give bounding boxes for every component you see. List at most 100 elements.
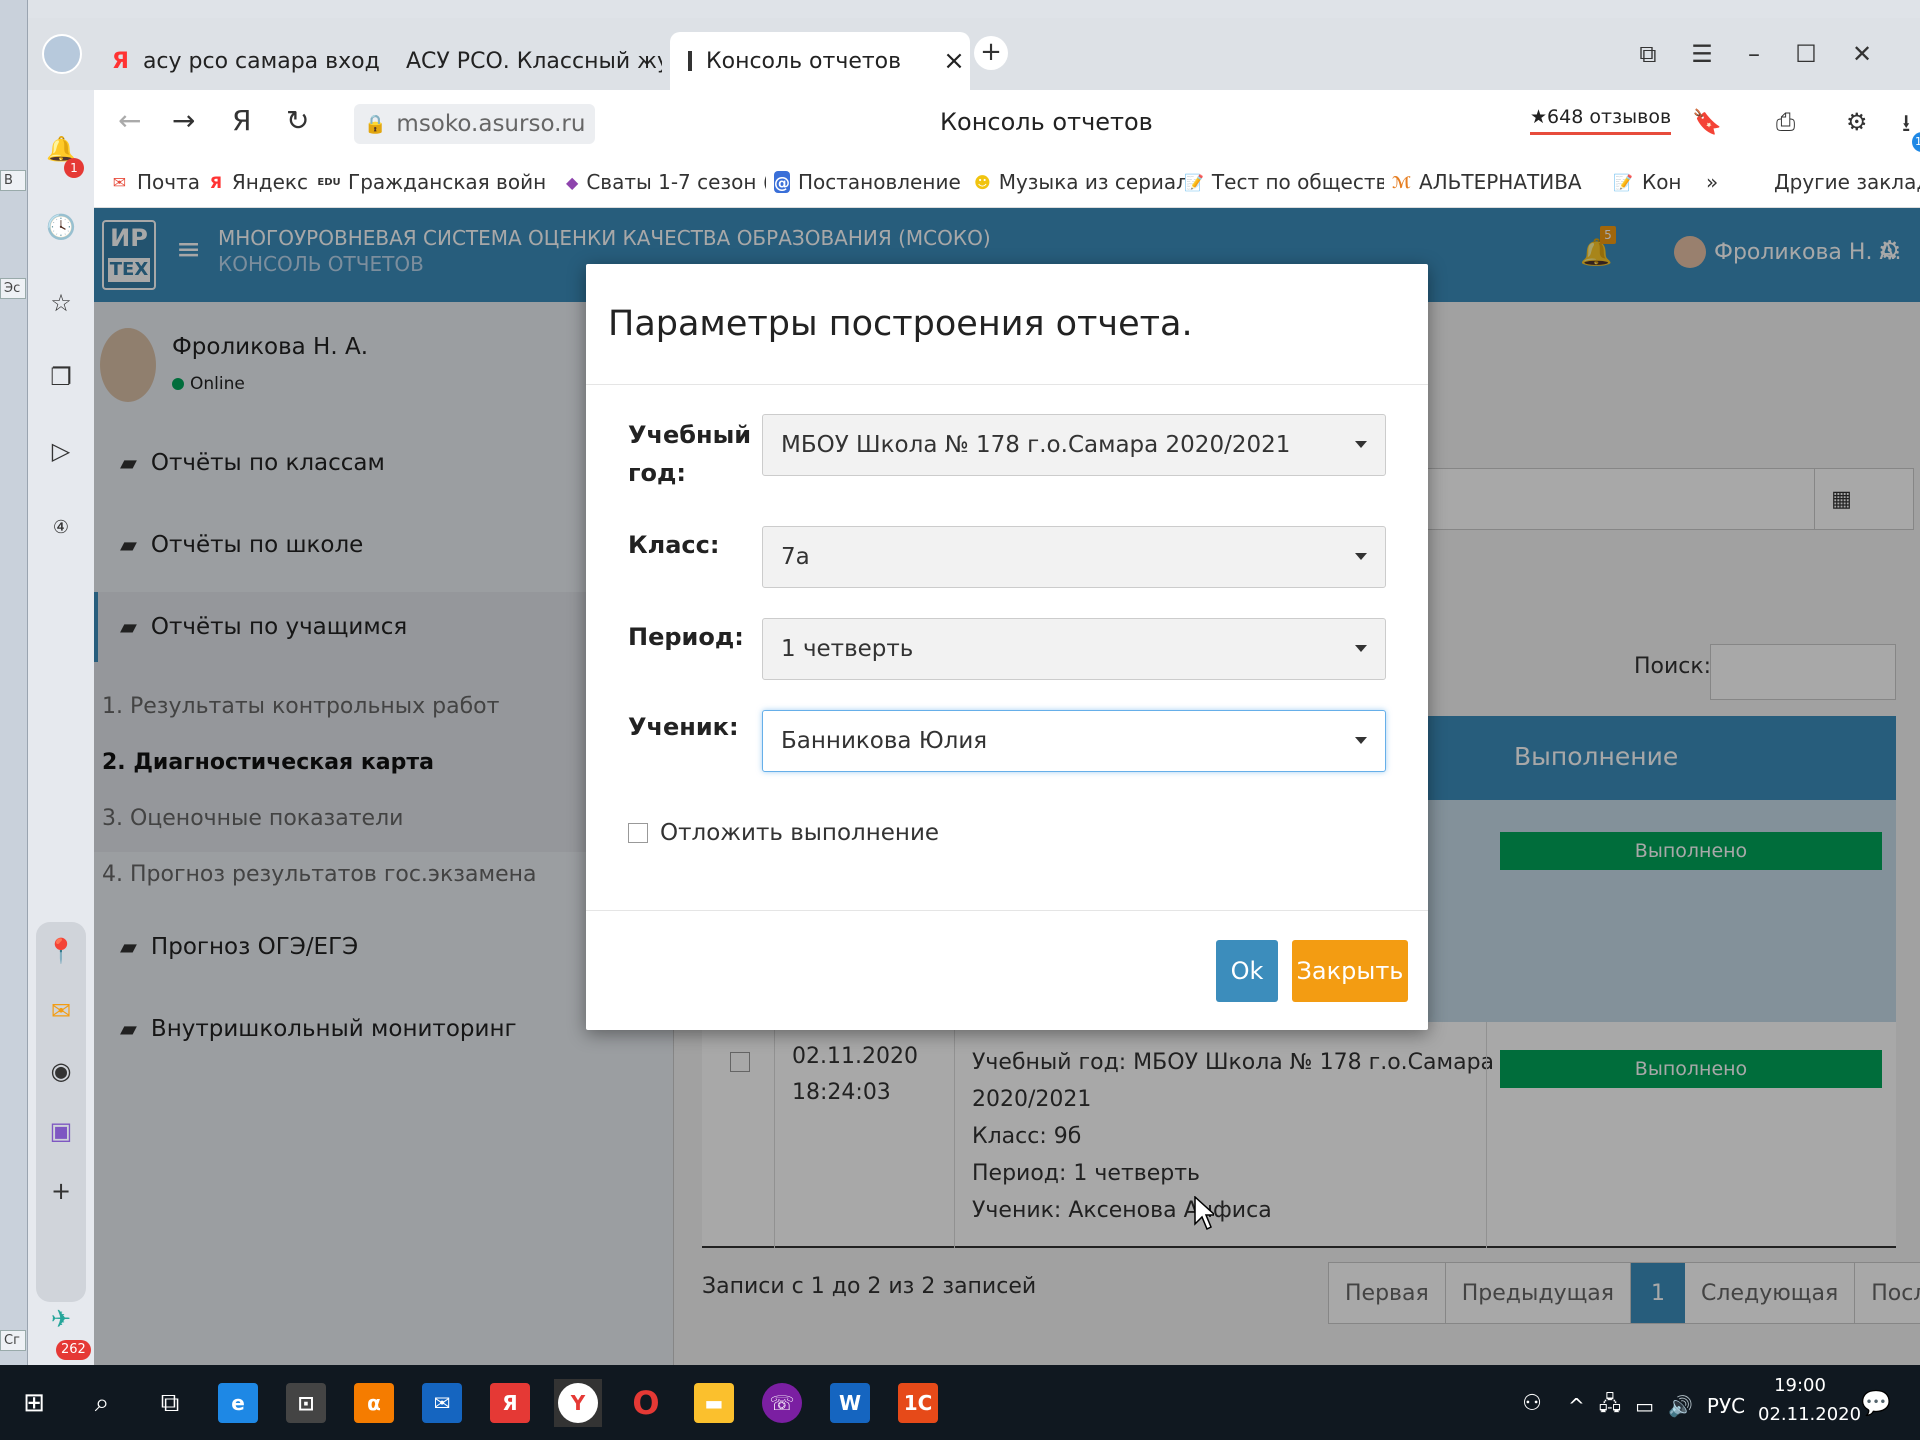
menu-icon[interactable]: ☰ [1682, 40, 1722, 68]
chevron-up-icon[interactable]: ^ [1568, 1394, 1585, 1418]
word-icon[interactable]: W [826, 1379, 874, 1427]
app-dock: 📍 ✉ ◉ ▣ + [36, 922, 86, 1302]
defer-label: Отложить выполнение [660, 820, 940, 846]
new-tab-button[interactable]: + [974, 36, 1008, 70]
bookmark-label: Кон [1642, 170, 1682, 194]
opera-icon[interactable]: O [622, 1379, 670, 1427]
bookmark-item[interactable]: ℳ АЛЬТЕРНАТИВА Ф [1392, 170, 1582, 194]
bookmark-item[interactable]: ☻ Музыка из сериал [974, 170, 1186, 194]
folder-icon[interactable]: ▬ [690, 1379, 738, 1427]
select-value: МБОУ Школа № 178 г.о.Самара 2020/2021 [781, 432, 1291, 458]
field-label-period: Период: [628, 623, 744, 651]
profile-avatar[interactable] [42, 34, 82, 74]
bookmark-item[interactable]: 📝 Кон [1612, 170, 1702, 194]
select-value: 7а [781, 544, 810, 570]
select-value: 1 четверть [781, 636, 914, 662]
star-icon[interactable]: ☆ [42, 284, 80, 322]
year-select[interactable]: МБОУ Школа № 178 г.о.Самара 2020/2021 [762, 414, 1386, 476]
volume-icon[interactable]: 🔊 [1668, 1394, 1693, 1418]
extension-icon[interactable]: ⚙ [1846, 108, 1868, 136]
network-icon[interactable]: 🖧 [1599, 1389, 1621, 1423]
viber-icon[interactable]: ☏ [758, 1379, 806, 1427]
notifications-icon[interactable]: 💬 [1852, 1379, 1900, 1427]
url-text: msoko.asurso.ru [396, 111, 586, 137]
maximize-button[interactable]: ☐ [1786, 40, 1826, 68]
reviews-badge[interactable]: ★648 отзывов [1530, 106, 1672, 135]
bookmarks-more-button[interactable]: » [1706, 170, 1736, 194]
clock-date: 02.11.2020 [1758, 1404, 1862, 1425]
mail-icon: ✉ [112, 172, 127, 192]
lock-icon: 🔒 [364, 113, 387, 135]
page-icon [688, 51, 692, 71]
bookmark-item[interactable]: @ Постановление 77 [774, 170, 964, 194]
bookmark-item[interactable]: Я Яндекс [208, 170, 308, 194]
yandex-home-icon[interactable]: Я [232, 104, 251, 137]
clock[interactable]: 19:00 02.11.2020 [1758, 1375, 1862, 1425]
alternativa-icon: ℳ [1392, 172, 1411, 192]
language-indicator[interactable]: РУС [1707, 1394, 1745, 1418]
people-icon[interactable]: ⚇ [1508, 1379, 1556, 1427]
back-icon[interactable]: ← [118, 104, 141, 137]
bookmark-icon[interactable]: 🔖 [1692, 108, 1722, 136]
close-tab-icon[interactable]: × [943, 46, 965, 76]
caret-down-icon [1355, 645, 1367, 652]
bookmark-item[interactable]: ◆ Сваты 1-7 сезон (2 [566, 170, 766, 194]
onec-icon[interactable]: 1С [894, 1379, 942, 1427]
avast-icon[interactable]: α [350, 1379, 398, 1427]
url-field[interactable]: 🔒 msoko.asurso.ru [354, 104, 596, 144]
caret-down-icon [1355, 441, 1367, 448]
defer-checkbox[interactable] [628, 823, 648, 843]
divider [586, 384, 1428, 385]
minimize-button[interactable]: – [1734, 40, 1774, 68]
search-icon[interactable]: ⌕ [78, 1379, 126, 1427]
bookmark-item[interactable]: 📝 Тест по обществоз [1184, 170, 1384, 194]
tab-search[interactable]: Я асу рсо самара вход в си [112, 32, 382, 90]
desktop-fragment: Сг [0, 1330, 26, 1351]
tab-console[interactable]: Консоль отчетов × [670, 32, 970, 90]
bookmark-item[interactable]: EDU Гражданская войн [318, 170, 558, 194]
student-select[interactable]: Банникова Юлия [762, 710, 1386, 772]
task-view-icon[interactable]: ⧉ [146, 1379, 194, 1427]
window-icon[interactable]: ▣ [42, 1112, 80, 1150]
collections-icon[interactable]: ❐ [42, 358, 80, 396]
bookmark-label: Постановление 77 [798, 170, 964, 194]
messenger-icon[interactable]: ✈ [42, 1300, 80, 1338]
system-tray: ^ 🖧 ▭ 🔊 РУС [1568, 1389, 1745, 1423]
collections-icon[interactable]: ⎙ [1776, 108, 1795, 136]
download-badge: 13 [1912, 132, 1920, 152]
mail-icon[interactable]: ✉ [418, 1379, 466, 1427]
bookmark-label: Музыка из сериал [998, 170, 1186, 194]
bookmark-manager-icon[interactable]: ⧉ [1628, 40, 1668, 68]
video-icon: ◆ [566, 172, 579, 192]
period-select[interactable]: 1 четверть [762, 618, 1386, 680]
download-icon[interactable]: ⭳ [1902, 106, 1910, 147]
other-bookmarks-label: Другие закладки [1774, 170, 1920, 194]
add-icon[interactable]: + [42, 1172, 80, 1210]
play-icon[interactable]: ▷ [42, 432, 80, 470]
ie-icon[interactable]: e [214, 1379, 262, 1427]
store-icon[interactable]: ⊡ [282, 1379, 330, 1427]
map-pin-icon[interactable]: 📍 [42, 932, 80, 970]
report-params-modal: Параметры построения отчета. Учебный год… [586, 264, 1428, 1030]
reload-icon[interactable]: ↻ [286, 104, 309, 137]
tab-journal[interactable]: АСУ РСО. Классный журн [392, 32, 662, 90]
close-window-button[interactable]: ✕ [1842, 40, 1882, 68]
clock-time: 19:00 [1774, 1375, 1826, 1396]
windows-start-icon[interactable]: ⊞ [10, 1379, 58, 1427]
yandex-icon[interactable]: Я [486, 1379, 534, 1427]
counter-icon[interactable]: ④ [42, 508, 80, 546]
history-icon[interactable]: 🕓 [42, 208, 80, 246]
yandex-browser-icon[interactable]: Y [554, 1379, 602, 1427]
forward-icon[interactable]: → [172, 104, 195, 137]
bookmark-label: АЛЬТЕРНАТИВА Ф [1418, 170, 1582, 194]
close-button[interactable]: Закрыть [1292, 940, 1408, 1002]
other-bookmarks[interactable]: Другие закладки▼ [1774, 170, 1920, 194]
edu-icon: EDU [318, 176, 341, 188]
battery-icon[interactable]: ▭ [1635, 1394, 1654, 1418]
bookmark-item[interactable]: ✉ Почта [110, 170, 200, 194]
mail-icon[interactable]: ✉ [42, 992, 80, 1030]
defer-checkbox-row[interactable]: Отложить выполнение [628, 820, 939, 846]
ok-button[interactable]: Ok [1216, 940, 1278, 1002]
alice-icon[interactable]: ◉ [42, 1052, 80, 1090]
class-select[interactable]: 7а [762, 526, 1386, 588]
